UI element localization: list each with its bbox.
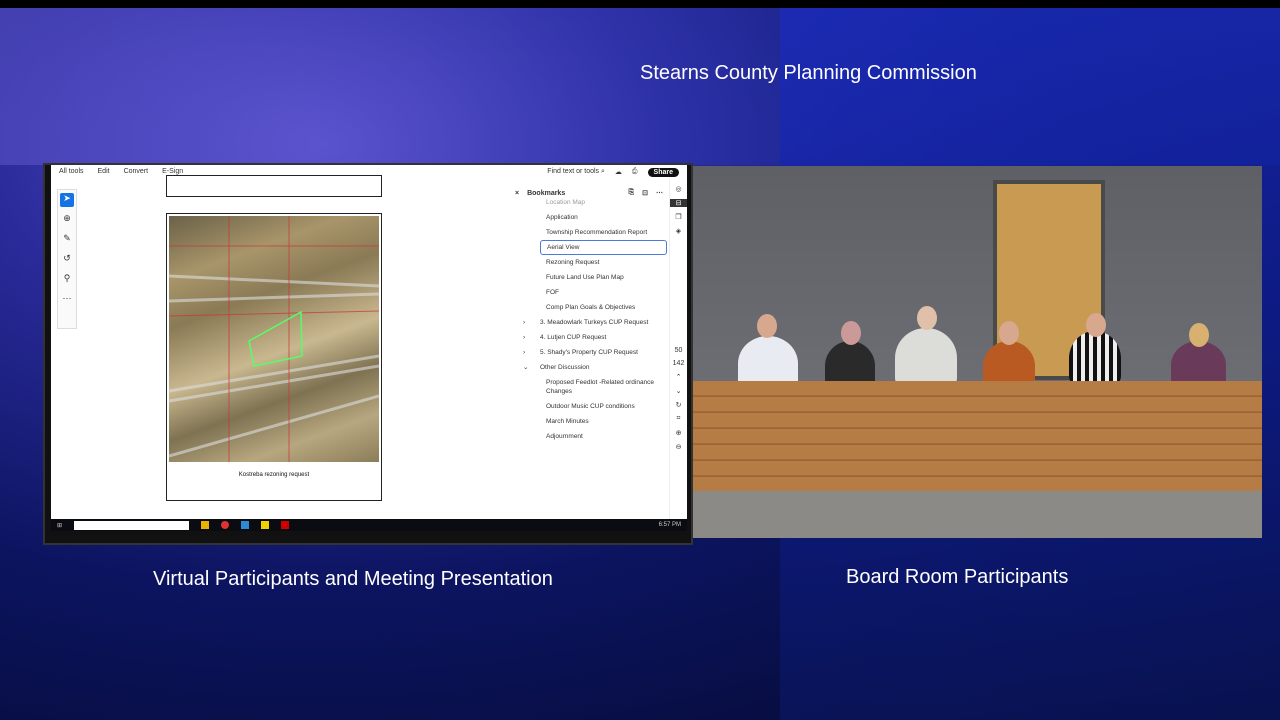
- document-view[interactable]: ➤ ⊕ ✎ ↺ ⚲ ⋯ Kostreba rezoning request: [51, 175, 509, 519]
- bookmark-label: Comp Plan Goals & Objectives: [546, 304, 636, 311]
- bookmark-label: Township Recommendation Report: [546, 229, 648, 236]
- page-caption: Kostreba rezoning request: [238, 472, 310, 478]
- share-button[interactable]: Share: [647, 167, 679, 177]
- board-room-video: [693, 166, 1262, 538]
- notes-icon[interactable]: [261, 521, 270, 529]
- chevron-icon[interactable]: ›: [523, 348, 525, 357]
- find-tools-label: Find text or tools: [547, 168, 600, 175]
- bookmark-item[interactable]: Application: [509, 210, 669, 225]
- menu-all-tools[interactable]: All tools: [59, 168, 84, 176]
- bookmark-label: 4. Lutjen CUP Request: [540, 334, 607, 341]
- bookmarks-panel-icon[interactable]: ⊟: [670, 199, 687, 207]
- layers-icon[interactable]: ◈: [670, 227, 687, 235]
- bookmark-label: March Minutes: [546, 418, 589, 425]
- pen-tool-icon[interactable]: ✎: [60, 233, 74, 247]
- find-tools[interactable]: Find text or tools ⌕: [547, 168, 605, 176]
- participant: [895, 328, 957, 388]
- participant-head: [841, 321, 861, 345]
- folder-icon[interactable]: [201, 521, 210, 529]
- left-caption: Virtual Participants and Meeting Present…: [153, 568, 553, 590]
- bookmark-item[interactable]: March Minutes: [509, 414, 669, 429]
- stamp-tool-icon[interactable]: ⚲: [60, 273, 74, 287]
- bookmark-item[interactable]: Outdoor Music CUP conditions: [509, 399, 669, 414]
- bookmark-list: Location Map Application Township Recommen…: [509, 195, 669, 444]
- bookmark-item[interactable]: Township Recommendation Report: [509, 225, 669, 240]
- bookmark-label: Application: [546, 214, 578, 221]
- cloud-icon[interactable]: ☁: [615, 168, 622, 176]
- print-icon[interactable]: ⎙: [632, 168, 638, 176]
- bookmark-item[interactable]: Proposed Feedlot -Related ordinance Chan…: [509, 375, 669, 399]
- bookmark-label: FOF: [546, 289, 559, 296]
- page-up-icon[interactable]: ⌃: [670, 373, 687, 381]
- select-tool-icon[interactable]: ➤: [60, 193, 74, 207]
- broadcast-title: Stearns County Planning Commission: [640, 62, 977, 84]
- right-rail: ◎ ⊟ ❐ ◈ 50 142 ⌃ ⌄ ↻ ⌗ ⊕ ⊖: [669, 179, 687, 519]
- shared-screen: All tools Edit Convert E-Sign Find text …: [43, 163, 693, 545]
- menu-edit[interactable]: Edit: [98, 168, 110, 176]
- bookmark-item[interactable]: ⌄ Other Discussion: [509, 360, 669, 375]
- bookmark-item[interactable]: › 3. Meadowlark Turkeys CUP Request: [509, 315, 669, 330]
- aerial-map: [169, 216, 379, 462]
- desk: [693, 381, 1262, 491]
- start-icon[interactable]: ⊞: [57, 522, 62, 529]
- browser-icon[interactable]: [221, 521, 230, 529]
- floor: [693, 491, 1262, 538]
- bookmark-label: 3. Meadowlark Turkeys CUP Request: [540, 319, 649, 326]
- bookmark-item[interactable]: Location Map: [509, 195, 669, 210]
- participant-head: [1086, 313, 1106, 337]
- top-bar: [0, 0, 1280, 8]
- bookmark-label: Proposed Feedlot -Related ordinance Chan…: [546, 379, 655, 395]
- lasso-tool-icon[interactable]: ↺: [60, 253, 74, 267]
- previous-page: [166, 175, 382, 197]
- bookmark-item[interactable]: › 5. Shady's Property CUP Request: [509, 345, 669, 360]
- bookmark-item[interactable]: Comp Plan Goals & Objectives: [509, 300, 669, 315]
- taskbar-search[interactable]: [74, 520, 190, 530]
- clock: 6:57 PM: [658, 522, 681, 528]
- bookmark-label: Location Map: [546, 199, 586, 206]
- pages-icon[interactable]: ❐: [670, 213, 687, 221]
- page-total: 142: [672, 360, 685, 367]
- bookmark-item[interactable]: Rezoning Request: [509, 255, 669, 270]
- fit-icon[interactable]: ⌗: [670, 415, 687, 423]
- participant-head: [757, 314, 777, 338]
- bookmark-label: Aerial View: [547, 244, 580, 251]
- zoom-in-icon[interactable]: ⊕: [670, 429, 687, 437]
- participant-head: [999, 321, 1019, 345]
- search-icon: ⌕: [601, 168, 605, 175]
- participant: [1069, 331, 1121, 386]
- bookmark-item[interactable]: FOF: [509, 285, 669, 300]
- chevron-icon[interactable]: ›: [523, 333, 525, 342]
- zoom-tool-icon[interactable]: ⊕: [60, 213, 74, 227]
- taskbar: ⊞ 6:57 PM: [51, 519, 687, 531]
- bookmark-item[interactable]: Future Land Use Plan Map: [509, 270, 669, 285]
- bookmark-item[interactable]: › 4. Lutjen CUP Request: [509, 330, 669, 345]
- participant-head: [917, 306, 937, 330]
- right-caption: Board Room Participants: [846, 566, 1069, 588]
- comment-icon[interactable]: ◎: [670, 185, 687, 193]
- chevron-icon[interactable]: ›: [523, 318, 525, 327]
- bookmark-label: 5. Shady's Property CUP Request: [540, 349, 638, 356]
- acrobat-icon[interactable]: [281, 521, 290, 529]
- zoom-out-icon[interactable]: ⊖: [670, 443, 687, 451]
- bookmark-label: Adjournment: [546, 433, 583, 440]
- rotate-icon[interactable]: ↻: [670, 401, 687, 409]
- app-icon[interactable]: [241, 521, 250, 529]
- bookmarks-panel: × Bookmarks ⎘ ⊡ ⋯ Location Map Application Tow…: [509, 179, 669, 519]
- bookmark-label: Outdoor Music CUP conditions: [546, 403, 635, 410]
- bookmark-label: Other Discussion: [540, 364, 590, 371]
- page-number[interactable]: 50: [670, 347, 687, 354]
- chevron-icon[interactable]: ⌄: [523, 363, 528, 372]
- more-tools-icon[interactable]: ⋯: [60, 293, 74, 307]
- page-down-icon[interactable]: ⌄: [670, 387, 687, 395]
- bookmark-label: Future Land Use Plan Map: [546, 274, 624, 281]
- menu-convert[interactable]: Convert: [124, 168, 149, 176]
- bookmark-label: Rezoning Request: [546, 259, 600, 266]
- current-page: Kostreba rezoning request: [166, 213, 382, 501]
- bookmark-item[interactable]: Adjournment: [509, 429, 669, 444]
- participant-head: [1189, 323, 1209, 347]
- bookmark-item[interactable]: Aerial View: [540, 240, 667, 255]
- tool-palette: ➤ ⊕ ✎ ↺ ⚲ ⋯: [57, 189, 77, 329]
